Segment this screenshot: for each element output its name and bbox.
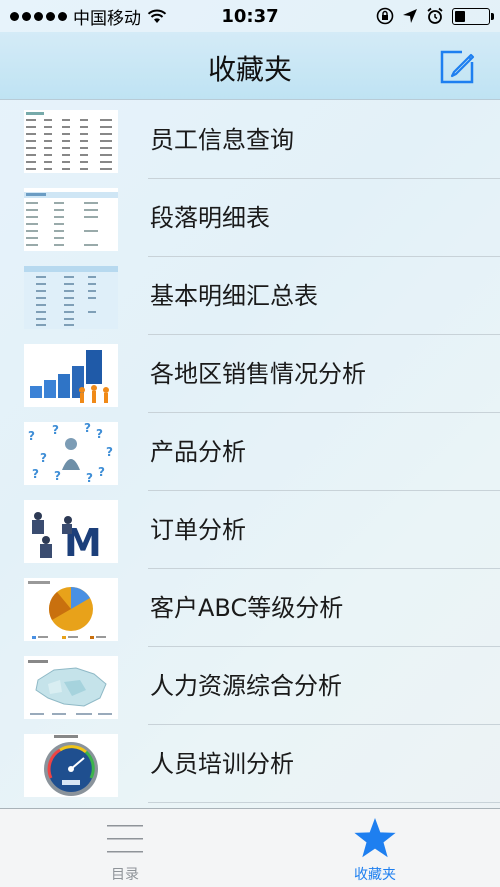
battery-icon — [452, 7, 494, 25]
star-icon — [354, 818, 396, 858]
list-item[interactable]: 段落明细表 — [0, 179, 500, 257]
report-icon — [24, 188, 118, 251]
list-item-label: 员工信息查询 — [150, 126, 294, 154]
list-item-label: 产品分析 — [150, 438, 246, 466]
building-figures-icon: M — [24, 500, 118, 563]
svg-text:?: ? — [106, 445, 113, 459]
list-item-label: 人力资源综合分析 — [150, 672, 342, 700]
svg-text:?: ? — [52, 423, 59, 437]
tab-favorites[interactable]: 收藏夹 — [250, 809, 500, 887]
list-item-label: 人员培训分析 — [150, 750, 294, 778]
svg-text:?: ? — [40, 451, 47, 465]
svg-text:?: ? — [84, 422, 91, 435]
location-arrow-icon — [403, 9, 417, 23]
tab-catalog-label: 目录 — [111, 867, 139, 883]
list-item-label: 各地区销售情况分析 — [150, 360, 366, 388]
alarm-icon — [427, 7, 443, 24]
status-right — [376, 7, 494, 25]
pie-chart-icon — [24, 578, 118, 641]
carrier-name: 中国移动 — [73, 8, 141, 29]
svg-text:?: ? — [96, 427, 103, 441]
signal-strength-icon — [10, 11, 67, 21]
tab-catalog[interactable]: 目录 — [0, 809, 250, 887]
list-item[interactable]: ??? ??? ???? 产品分析 — [0, 413, 500, 491]
list-item-label: 订单分析 — [150, 516, 246, 544]
list-icon — [107, 825, 143, 853]
svg-text:?: ? — [86, 471, 93, 485]
navigation-bar: 收藏夹 — [0, 32, 500, 100]
list-item-label: 客户ABC等级分析 — [150, 594, 344, 622]
table-icon — [24, 110, 118, 173]
svg-text:?: ? — [28, 429, 35, 443]
wifi-icon — [147, 9, 167, 23]
list-item[interactable]: 人员培训分析 — [0, 725, 500, 803]
list-item[interactable]: 人力资源综合分析 — [0, 647, 500, 725]
tab-bar: 目录 收藏夹 — [0, 808, 500, 887]
rotation-lock-icon — [376, 7, 394, 25]
gauge-icon — [24, 734, 118, 797]
tab-favorites-label: 收藏夹 — [354, 867, 396, 883]
list-item-label: 基本明细汇总表 — [150, 282, 318, 310]
list-item-label: 段落明细表 — [150, 204, 270, 232]
svg-text:?: ? — [98, 465, 105, 479]
svg-text:?: ? — [54, 469, 61, 483]
table-blue-icon — [24, 266, 118, 329]
list-item[interactable]: 客户ABC等级分析 — [0, 569, 500, 647]
list-item[interactable]: 各地区销售情况分析 — [0, 335, 500, 413]
bar-chart-figures-icon — [24, 344, 118, 407]
compose-icon — [440, 50, 475, 84]
divider — [148, 802, 500, 803]
page-title: 收藏夹 — [207, 53, 292, 86]
map-icon — [24, 656, 118, 719]
list-item[interactable]: M 订单分析 — [0, 491, 500, 569]
status-bar: 中国移动 10:37 — [0, 0, 500, 32]
svg-text:?: ? — [32, 467, 39, 481]
edit-button[interactable] — [438, 46, 478, 86]
list-item[interactable]: 基本明细汇总表 — [0, 257, 500, 335]
status-left: 中国移动 — [10, 4, 167, 29]
question-marks-figure-icon: ??? ??? ???? — [24, 422, 118, 485]
favorites-list: 员工信息查询 段落明细表 基本明细汇总表 各地区销售情况分析 ? ? ? ? ?… — [0, 101, 500, 808]
list-item[interactable]: 员工信息查询 — [0, 101, 500, 179]
